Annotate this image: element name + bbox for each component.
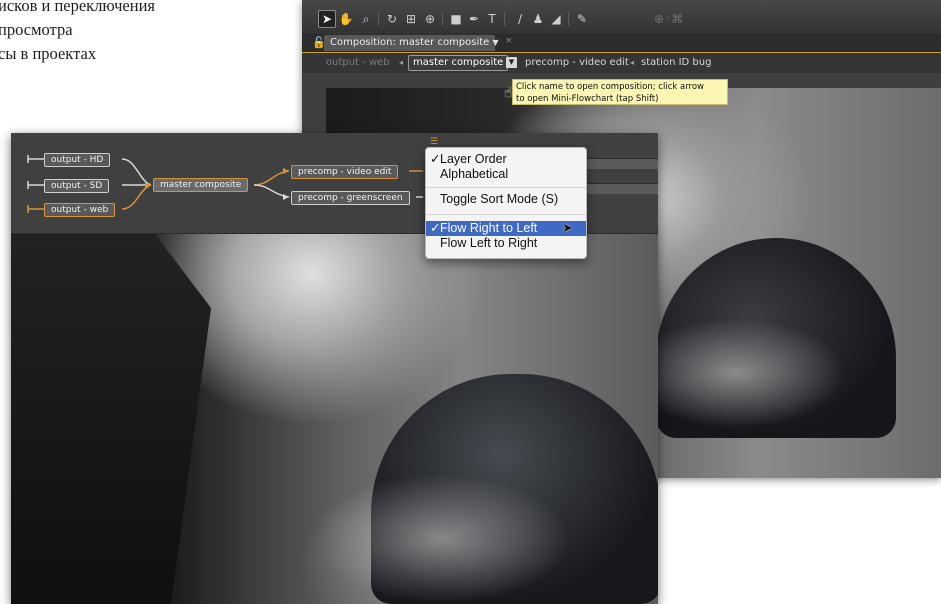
toolbar-separator [504,12,505,26]
menu-separator [426,214,586,215]
type-tool-icon[interactable]: T [484,11,500,27]
puppet-pin-options-icon: ⊕◦⌘ [654,12,684,26]
book-text-line-2: просмотра [0,20,73,39]
book-text: исков и переключения просмотра сы в прое… [0,0,298,66]
flow-node-output-hd[interactable]: output - HD [44,153,111,167]
composition-tab-bar: 🔓 Composition: master composite ▼ × [302,34,941,53]
menu-item-layer-order[interactable]: ✓ Layer Order [426,152,586,167]
toolbar-separator [568,12,569,26]
checkmark-icon: ✓ [430,152,441,166]
nav-arrow-left-icon: ◂ [630,58,635,67]
tooltip-line-1: Click name to open composition; click ar… [516,82,705,92]
menu-item-label: Toggle Sort Mode (S) [440,192,559,206]
pan-behind-tool-icon[interactable]: ⊕ [422,11,438,27]
menu-separator [426,187,586,188]
pen-tool-icon[interactable]: ✒ [466,11,482,27]
eraser-tool-icon[interactable]: ◢ [548,11,564,27]
building-shape [11,234,211,604]
flow-node-output-sd[interactable]: output - SD [44,179,110,193]
tooltip: Click name to open composition; click ar… [512,79,728,105]
smoke-shape [311,474,571,604]
flow-node-precomp-greenscreen[interactable]: precomp - greenscreen [291,191,410,205]
composition-tab[interactable]: Composition: master composite [324,35,496,51]
tab-dropdown-icon[interactable]: ▼ [491,38,500,47]
rotation-tool-icon[interactable]: ↻ [384,11,400,27]
book-text-line-3: сы в проектах [0,44,97,63]
menu-item-label: Alphabetical [440,167,509,181]
tab-close-icon[interactable]: × [505,36,513,46]
menu-item-alphabetical[interactable]: Alphabetical [426,167,586,182]
menu-item-label: Layer Order [440,152,507,166]
nav-item-output-web[interactable]: output - web [326,56,390,70]
hand-tool-icon[interactable]: ✋ [338,11,354,27]
rectangle-tool-icon[interactable]: ■ [448,11,464,27]
selection-tool-icon[interactable]: ➤ [318,10,336,28]
zoom-tool-icon[interactable]: ⌕ [358,11,374,27]
flowchart-options-menu-icon[interactable]: ☰ [430,138,440,147]
nav-item-precomp-video-edit[interactable]: precomp - video edit [525,56,629,70]
composition-viewer-image [11,234,658,604]
toolbar-separator [378,12,379,26]
flow-node-master-composite[interactable]: master composite [153,178,249,192]
menu-item-flow-left-to-right[interactable]: Flow Left to Right [426,236,586,251]
tools-toolbar: ➤ ✋ ⌕ ↻ ⊞ ⊕ ■ ✒ T ∕ ♟ ◢ ✎ ⊕◦⌘ [302,0,941,35]
clone-stamp-tool-icon[interactable]: ♟ [530,11,546,27]
nav-item-master-composite[interactable]: master composite [408,55,509,71]
puppet-tool-icon[interactable]: ✎ [574,11,590,27]
menu-item-label: Flow Left to Right [440,236,538,250]
smoke-shape [626,318,846,428]
camera-orbit-tool-icon[interactable]: ⊞ [403,11,419,27]
tooltip-line-2: to open Mini-Flowchart (tap Shift) [516,94,659,104]
brush-tool-icon[interactable]: ∕ [512,11,528,27]
book-text-line-1: исков и переключения [0,0,155,15]
hand-pointer-cursor-icon: ☝ [504,85,513,101]
checkmark-icon: ✓ [430,221,441,235]
arrow-cursor-icon: ➤ [562,221,573,236]
menu-item-toggle-sort-mode[interactable]: Toggle Sort Mode (S) [426,192,586,207]
mini-flowchart-arrow-icon[interactable]: ▼ [506,57,517,68]
flowchart-options-menu: ✓ Layer Order Alphabetical Toggle Sort M… [425,147,587,259]
flow-node-precomp-video-edit[interactable]: precomp - video edit [291,165,399,179]
nav-item-station-id-bug[interactable]: station ID bug [641,56,711,70]
toolbar-separator [442,12,443,26]
composition-navigator: output - web ◂ master composite ▼ precom… [302,53,941,73]
flow-node-output-web[interactable]: output - web [44,203,116,217]
nav-arrow-left-icon: ◂ [399,58,404,67]
menu-item-label: Flow Right to Left [440,221,538,235]
